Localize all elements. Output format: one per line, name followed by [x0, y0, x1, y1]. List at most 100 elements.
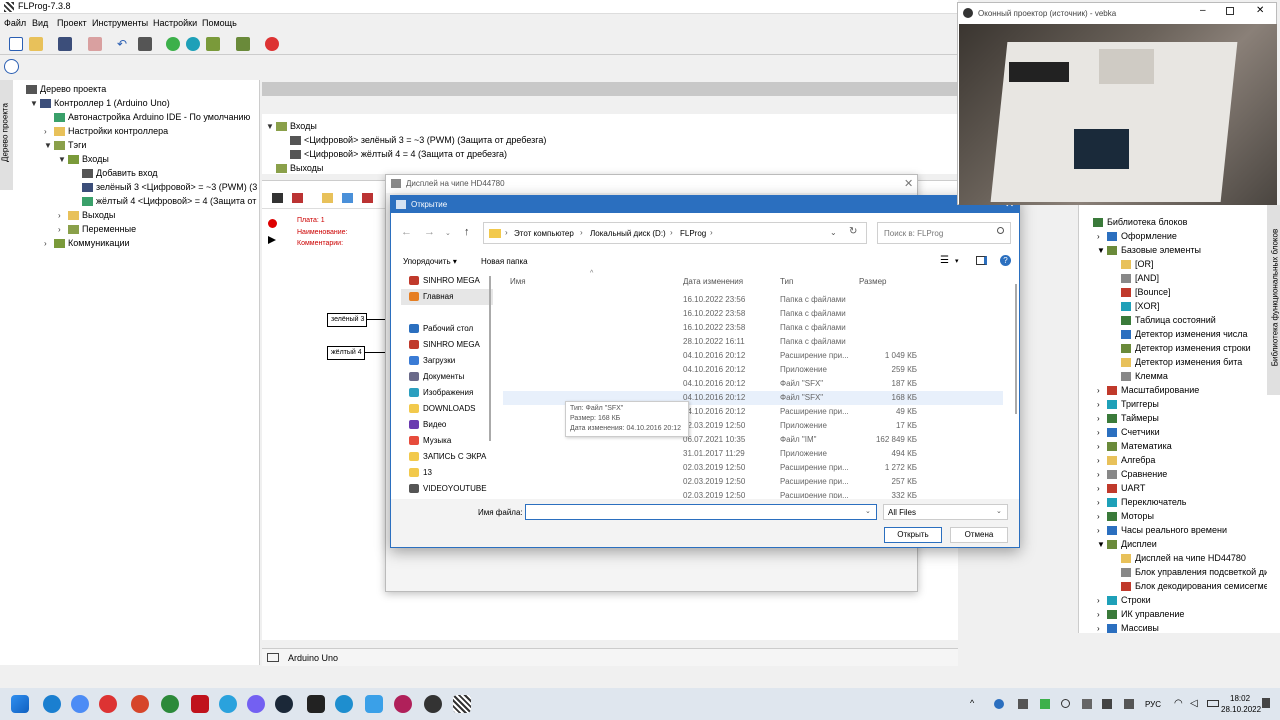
column-size[interactable]: Размер: [859, 277, 887, 286]
address-bar[interactable]: › Этот компьютер › Локальный диск (D:) ›…: [483, 222, 867, 244]
menu-help[interactable]: Помощь: [202, 18, 237, 28]
save-icon[interactable]: [58, 37, 72, 51]
tree-item[interactable]: ▼ Контроллер 1 (Arduino Uno): [30, 96, 170, 110]
left-panel-tab[interactable]: Дерево проекта: [0, 80, 13, 190]
stop-icon[interactable]: [265, 37, 279, 51]
view-dropdown-icon[interactable]: ▾: [955, 257, 959, 265]
file-row[interactable]: прозкты28.10.2022 16:11Папка с файлами: [503, 335, 1003, 349]
forward-icon[interactable]: →: [424, 226, 435, 238]
menu-file[interactable]: Файл: [4, 18, 26, 28]
expand-arrow-icon[interactable]: ›: [1097, 384, 1107, 398]
library-item[interactable]: Дисплей на чипе HD44780: [1111, 551, 1246, 565]
expand-arrow-icon[interactable]: ›: [1097, 230, 1107, 244]
expand-arrow-icon[interactable]: ›: [1097, 440, 1107, 454]
library-item[interactable]: [OR]: [1111, 257, 1154, 271]
file-row[interactable]: FLProg.exe31.01.2017 11:29Приложение494 …: [503, 447, 1003, 461]
file-list-scrollbar[interactable]: [1015, 284, 1017, 414]
notification-icon[interactable]: [1262, 698, 1270, 708]
refresh-icon[interactable]: ↻: [849, 226, 857, 237]
view-menu-icon[interactable]: ☰: [940, 255, 949, 266]
projector-close-icon[interactable]: ✕: [1256, 5, 1264, 16]
debug-icon[interactable]: [236, 37, 250, 51]
cut-icon[interactable]: [88, 37, 102, 51]
breadcrumb-flprog[interactable]: FLProg: [680, 229, 706, 238]
taskbar-epic-icon[interactable]: [307, 695, 325, 713]
expand-arrow-icon[interactable]: ▼: [1097, 244, 1107, 258]
filename-input[interactable]: ⌄: [525, 504, 877, 520]
expand-arrow-icon[interactable]: ›: [1097, 496, 1107, 510]
nav-item[interactable]: 13: [401, 465, 493, 481]
library-item[interactable]: › Алгебра: [1097, 453, 1155, 467]
library-item[interactable]: › Масштабирование: [1097, 383, 1199, 397]
library-item[interactable]: › Математика: [1097, 439, 1172, 453]
library-item[interactable]: ▼ Базовые элементы: [1097, 243, 1201, 257]
expand-arrow-icon[interactable]: ›: [1097, 426, 1107, 440]
taskbar-app-7-icon[interactable]: [394, 695, 412, 713]
library-item[interactable]: [AND]: [1111, 271, 1159, 285]
open-icon[interactable]: [29, 37, 43, 51]
nav-item[interactable]: SINHRO MEGA: [401, 337, 493, 353]
nav-item[interactable]: ЗАПИСЬ С ЭКРА: [401, 449, 493, 465]
taskbar-app-1-icon[interactable]: [71, 695, 89, 713]
menu-project[interactable]: Проект: [57, 18, 87, 28]
library-item[interactable]: › UART: [1097, 481, 1145, 495]
library-item[interactable]: › Сравнение: [1097, 467, 1167, 481]
upload-icon[interactable]: [186, 37, 200, 51]
expand-arrow-icon[interactable]: ▼: [266, 120, 276, 134]
wifi-icon[interactable]: ◠: [1174, 698, 1183, 709]
file-row[interactable]: 7z.exe04.10.2016 20:12Приложение259 КБ: [503, 363, 1003, 377]
tree-item[interactable]: › Коммуникации: [44, 236, 130, 250]
menu-settings[interactable]: Настройки: [153, 18, 197, 28]
minimize-icon[interactable]: –: [1200, 5, 1206, 16]
tray-icon-3[interactable]: [1040, 699, 1050, 709]
compile-icon[interactable]: [206, 37, 220, 51]
nav-item[interactable]: Изображения: [401, 385, 493, 401]
taskbar-flprog-icon[interactable]: [453, 695, 471, 713]
taskbar-viber-icon[interactable]: [247, 695, 265, 713]
expand-icon[interactable]: ⌄: [445, 229, 451, 237]
tree-item[interactable]: Добавить вход: [72, 166, 158, 180]
nav-item[interactable]: VIDEOYOUTUBE: [401, 481, 493, 496]
library-item[interactable]: [XOR]: [1111, 299, 1160, 313]
library-item[interactable]: › Часы реального времени: [1097, 523, 1227, 537]
expand-arrow-icon[interactable]: ›: [1097, 412, 1107, 426]
menu-tools[interactable]: Инструменты: [92, 18, 148, 28]
tree-item[interactable]: ▼ Входы: [58, 152, 109, 166]
tree-item[interactable]: Автонастройка Arduino IDE - По умолчанию: [44, 110, 250, 124]
expand-arrow-icon[interactable]: ▼: [44, 139, 54, 153]
expand-arrow-icon[interactable]: ›: [1097, 594, 1107, 608]
library-item[interactable]: ▼ Дисплеи: [1097, 537, 1157, 551]
search-input[interactable]: Поиск в: FLProg: [884, 229, 943, 238]
tray-icon-7[interactable]: [1124, 699, 1134, 709]
nav-item[interactable]: [401, 305, 493, 321]
library-item[interactable]: Клемма: [1111, 369, 1168, 383]
expand-arrow-icon[interactable]: ›: [1097, 510, 1107, 524]
file-row[interactable]: libcairo-2.dll02.03.2019 12:50Расширение…: [503, 461, 1003, 475]
clock-date[interactable]: 28.10.2022: [1221, 705, 1261, 714]
file-row[interactable]: ideV716.10.2022 23:58Папка с файлами: [503, 307, 1003, 321]
up-icon[interactable]: ↑: [464, 226, 470, 238]
expand-arrow-icon[interactable]: ›: [58, 223, 68, 237]
file-row[interactable]: 7z.dll04.10.2016 20:12Расширение при...1…: [503, 349, 1003, 363]
clock-time[interactable]: 18:02: [1230, 694, 1250, 703]
nav-item[interactable]: Видео: [401, 417, 493, 433]
taskbar-steam-icon[interactable]: [275, 695, 293, 713]
tree-item[interactable]: зелёный 3 <Цифровой> = ~3 (PWM) (3: [72, 180, 257, 194]
file-row[interactable]: messages16.10.2022 23:58Папка с файлами: [503, 321, 1003, 335]
address-dropdown-icon[interactable]: ⌄: [830, 228, 837, 237]
tool-icon-3[interactable]: [322, 193, 333, 203]
tree-item[interactable]: жёлтый 4 <Цифровой> = 4 (Защита от: [72, 194, 256, 208]
bg-dialog-close[interactable]: ✕: [904, 177, 913, 190]
breadcrumb-this-pc[interactable]: Этот компьютер: [514, 229, 574, 238]
library-item[interactable]: › Триггеры: [1097, 397, 1159, 411]
file-type-select[interactable]: All Files ⌄: [883, 504, 1008, 520]
library-tab[interactable]: Библиотека функциональных блоков: [1267, 205, 1280, 395]
taskbar-app-4-icon[interactable]: [161, 695, 179, 713]
file-row[interactable]: 7z.sfx04.10.2016 20:12Файл "SFX"187 КБ: [503, 377, 1003, 391]
center-tree-item[interactable]: Выходы: [266, 161, 323, 175]
clock-icon[interactable]: [4, 59, 19, 74]
input-block-green[interactable]: зелёный 3: [327, 313, 367, 327]
grid-icon[interactable]: [138, 37, 152, 51]
expand-arrow-icon[interactable]: ›: [1097, 622, 1107, 633]
organize-button[interactable]: Упорядочить ▾: [403, 257, 457, 266]
